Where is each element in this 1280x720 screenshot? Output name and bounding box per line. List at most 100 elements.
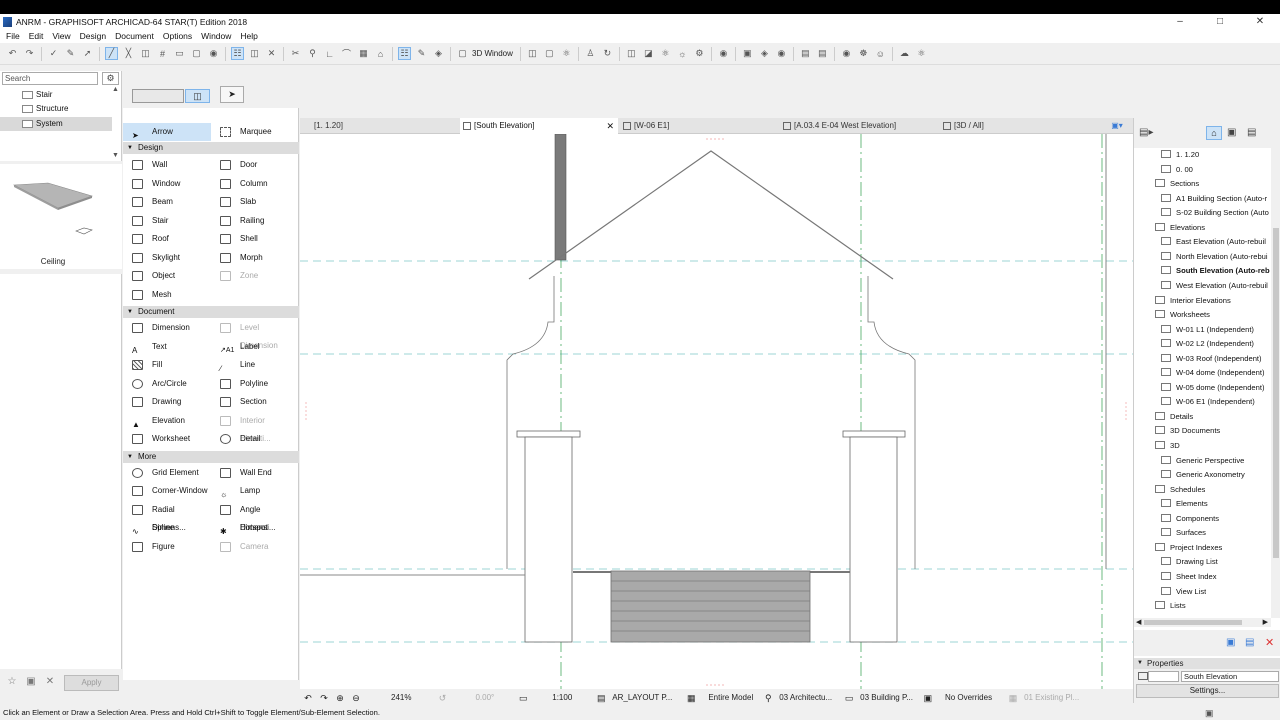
tree-node[interactable]: W-03 Roof (Independent) — [1161, 352, 1262, 367]
tab-south-elevation[interactable]: [South Elevation] ✕ — [460, 118, 618, 134]
id-field[interactable] — [1148, 671, 1179, 682]
settings-button[interactable]: Settings... — [1136, 684, 1279, 698]
tree-node[interactable]: ▶Components — [1161, 512, 1219, 527]
tab-west-elevation[interactable]: [A.03.4 E-04 West Elevation] — [780, 118, 938, 134]
tree-node[interactable]: W-04 dome (Independent) — [1161, 366, 1265, 381]
more-section-header[interactable]: More — [123, 451, 299, 463]
tool-hotspot[interactable]: ✱ Hotspot — [211, 519, 297, 537]
teamwork-icon[interactable]: ☸ — [857, 47, 870, 60]
scale-icon[interactable]: ▭ — [518, 693, 528, 703]
layer-combination-icon[interactable]: ▤ — [596, 693, 606, 703]
tool-stair[interactable]: Stair — [123, 212, 209, 230]
close-tab-icon[interactable]: ✕ — [606, 118, 614, 134]
sun-icon[interactable]: ☼ — [676, 47, 689, 60]
filter-icon[interactable]: ⚙ — [693, 47, 706, 60]
tool-wall[interactable]: Wall — [123, 156, 209, 174]
explode-icon[interactable]: ⚛ — [659, 47, 672, 60]
measure-icon[interactable]: ✕ — [265, 47, 278, 60]
tool-interior-elevation[interactable]: Interior Elevati... — [211, 412, 297, 443]
guide-lines-icon[interactable]: ╱ — [105, 47, 118, 60]
tool-section[interactable]: Section — [211, 393, 297, 411]
properties-header[interactable]: Properties — [1134, 658, 1280, 669]
design-section-header[interactable]: Design — [123, 142, 299, 154]
minimize-button[interactable]: – — [1160, 14, 1200, 29]
tree-node[interactable]: North Elevation (Auto-rebui — [1161, 250, 1268, 265]
pick-up-icon[interactable]: ✓ — [47, 47, 60, 60]
graphic-override-icon[interactable]: ▣ — [923, 693, 933, 703]
eraser-icon[interactable]: ▭ — [173, 47, 186, 60]
tool-angle-dimension[interactable]: Angle Dimensi... — [211, 501, 297, 532]
clone-icon[interactable]: ▣ — [1226, 637, 1235, 648]
tool-polyline[interactable]: Polyline — [211, 375, 297, 393]
tool-zone[interactable]: Zone — [211, 267, 297, 285]
tool-roof[interactable]: Roof — [123, 230, 209, 248]
navigate-3d-icon[interactable]: ⚛ — [560, 47, 573, 60]
tree-node[interactable]: ▶Surfaces — [1161, 526, 1206, 541]
tool-column[interactable]: Column — [211, 175, 297, 193]
undo-zoom-icon[interactable]: ↶ — [303, 693, 313, 703]
model-view-options-icon[interactable]: ▭ — [844, 693, 854, 703]
tool-fill[interactable]: Fill — [123, 356, 209, 374]
tree-node[interactable]: ▶Elements — [1161, 497, 1208, 512]
tree-node[interactable]: S-02 Building Section (Auto — [1161, 206, 1269, 221]
tool-grid-element[interactable]: Grid Element — [123, 464, 209, 482]
tree-vertical-scrollbar[interactable] — [1271, 148, 1280, 618]
view-map-icon[interactable]: ▣ — [1227, 127, 1236, 138]
tree-node[interactable]: South Elevation (Auto-rebu — [1161, 264, 1270, 279]
material-icon[interactable]: ◉ — [775, 47, 788, 60]
edit-pen-icon[interactable]: ✎ — [415, 47, 428, 60]
tool-beam[interactable]: Beam — [123, 193, 209, 211]
tree-node[interactable]: ▼Project Indexes — [1155, 541, 1222, 556]
arrow-mode-icon[interactable]: ➤ — [220, 86, 244, 103]
view-name-field[interactable]: South Elevation — [1181, 671, 1279, 682]
layout-book-icon[interactable]: ▤ — [1247, 127, 1256, 138]
tree-node[interactable]: Generic Perspective — [1161, 454, 1244, 469]
users-icon[interactable]: ☺ — [874, 47, 887, 60]
camera-icon[interactable]: ◉ — [840, 47, 853, 60]
settings-icon[interactable]: ▤ — [1245, 637, 1254, 648]
3d-window-button[interactable]: 3D Window — [472, 49, 513, 58]
tree-node[interactable]: ▼3D — [1155, 439, 1180, 454]
tree-node[interactable]: ▼Schedules — [1155, 483, 1205, 498]
menu-options[interactable]: Options — [163, 31, 192, 41]
renovation-filter[interactable]: 01 Existing Pl... — [1024, 693, 1079, 702]
tool-door[interactable]: Door — [211, 156, 297, 174]
tool-drawing[interactable]: Drawing — [123, 393, 209, 411]
bim-cloud-icon[interactable]: ☁ — [898, 47, 911, 60]
section-box-icon[interactable]: ◫ — [625, 47, 638, 60]
tool-elevation[interactable]: ▲ Elevation — [123, 412, 209, 430]
layer-icon[interactable]: ▢ — [190, 47, 203, 60]
project-map-icon[interactable]: ⌂ — [1206, 126, 1222, 140]
graphic-override[interactable]: No Overrides — [945, 693, 992, 702]
tree-node[interactable]: Generic Axonometry — [1161, 468, 1245, 483]
tree-node[interactable]: ▼Elevations — [1155, 221, 1205, 236]
tree-node[interactable]: W-02 L2 (Independent) — [1161, 337, 1254, 352]
pen-set[interactable]: 03 Architectu... — [779, 693, 832, 702]
tool-marquee[interactable]: Marquee — [211, 123, 297, 141]
render-icon[interactable]: ◉ — [717, 47, 730, 60]
tool-spline[interactable]: ∿ Spline — [123, 519, 209, 537]
menu-file[interactable]: File — [6, 31, 20, 41]
intersect-icon[interactable]: ∟ — [323, 47, 336, 60]
undo-icon[interactable]: ↶ — [6, 47, 19, 60]
tool-label[interactable]: ↗A1 Label — [211, 338, 297, 356]
tool-window[interactable]: Window — [123, 175, 209, 193]
tool-railing[interactable]: Railing — [211, 212, 297, 230]
walk-icon[interactable]: ♙ — [584, 47, 597, 60]
zoom-value[interactable]: 241% — [391, 693, 411, 702]
windows-icon[interactable]: ▣ — [1205, 706, 1214, 720]
tool-corner-window[interactable]: Corner-Window — [123, 482, 209, 500]
tool-lamp[interactable]: ☼ Lamp — [211, 482, 297, 500]
tab-list-icon[interactable]: ▣▾ — [1102, 118, 1132, 134]
tree-node[interactable]: West Elevation (Auto-rebuil — [1161, 279, 1268, 294]
grid-snap-icon[interactable]: # — [156, 47, 169, 60]
pen-set-icon[interactable]: ⚲ — [763, 693, 773, 703]
tool-camera[interactable]: Camera — [211, 538, 297, 556]
view-settings-icon[interactable]: ▣ — [741, 47, 754, 60]
menu-document[interactable]: Document — [115, 31, 154, 41]
tree-node[interactable]: 1. 1.20 — [1161, 148, 1199, 163]
fillet-icon[interactable]: ⌒ — [340, 47, 353, 60]
eyedropper-icon[interactable]: ➚ — [81, 47, 94, 60]
tree-node[interactable]: W-01 L1 (Independent) — [1161, 323, 1254, 338]
snap-guides-icon[interactable]: ╳ — [122, 47, 135, 60]
